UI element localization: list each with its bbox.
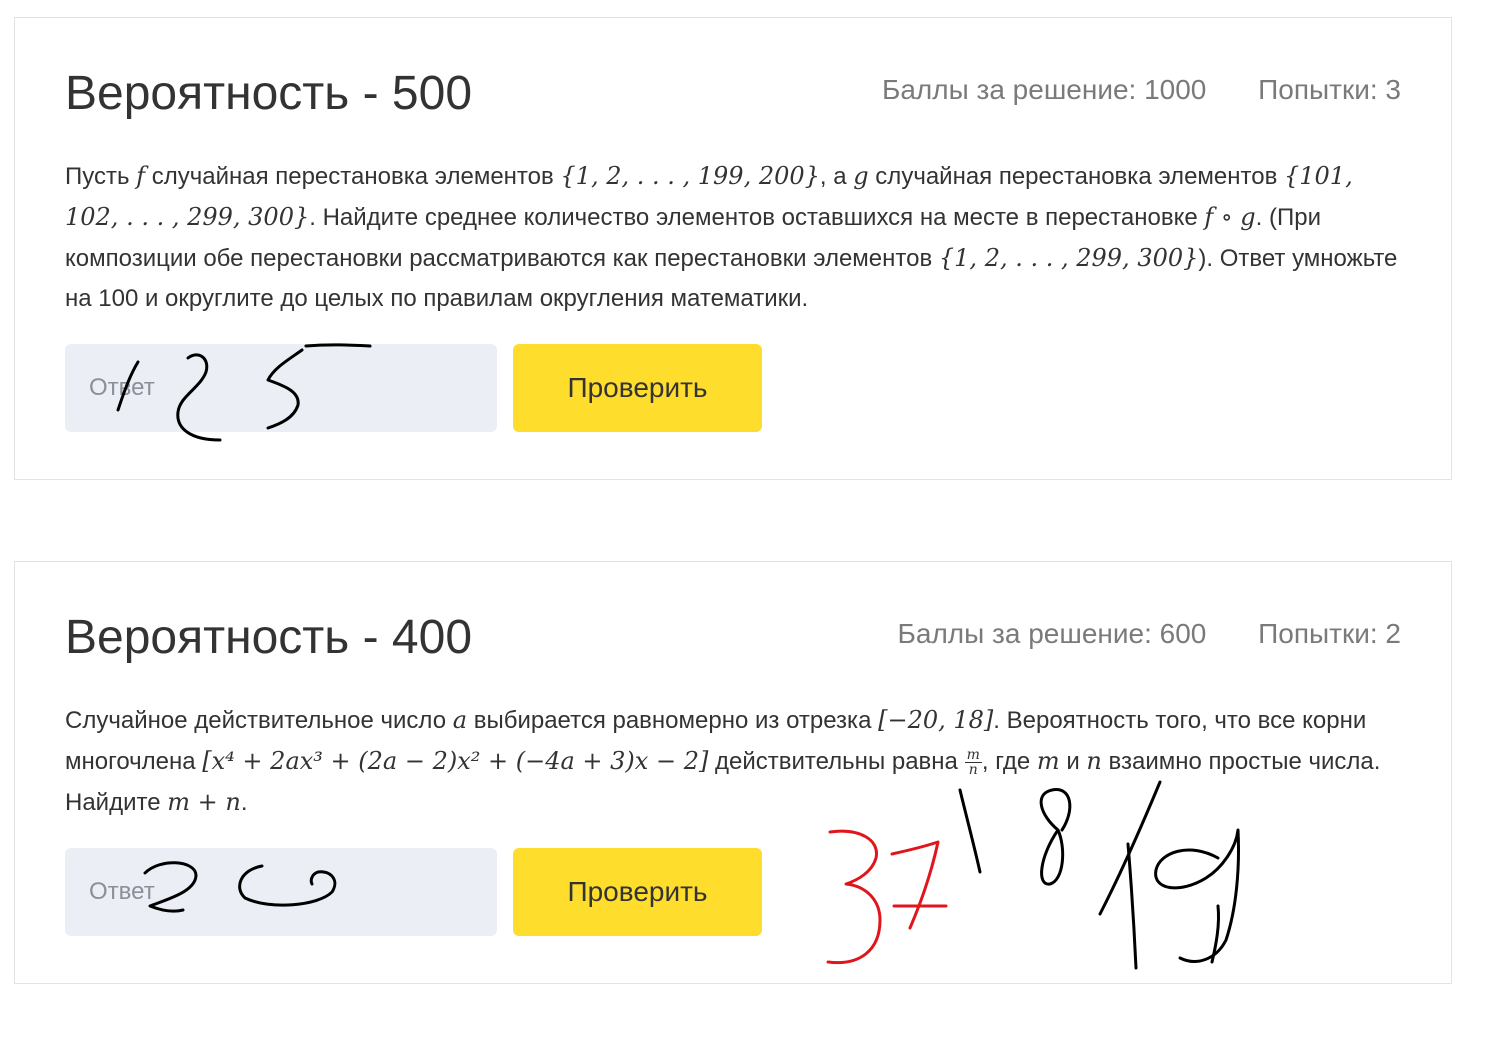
statement-text: Пусть <box>65 163 137 190</box>
points-label: Баллы за решение: 600 <box>897 618 1207 649</box>
math-expression: g <box>853 162 869 190</box>
math-expression: a <box>452 706 468 734</box>
math-expression: [−20, 18] <box>878 706 994 734</box>
math-expression: {1, 2, . . . , 299, 300} <box>938 244 1199 272</box>
statement-text: , где <box>981 748 1037 775</box>
fraction-numerator: m <box>964 747 982 764</box>
problem-statement: Пусть f случайная перестановка элементов… <box>65 156 1405 319</box>
statement-text: и <box>1059 748 1087 775</box>
problem-title: Вероятность - 500 <box>65 67 473 120</box>
problem-statement: Случайное действительное число a выбирае… <box>65 700 1405 823</box>
fraction-m-over-n: mn <box>964 747 982 779</box>
statement-text: , а <box>819 163 854 190</box>
math-expression: m <box>1036 747 1060 775</box>
problem-title: Вероятность - 400 <box>65 611 473 664</box>
math-expression: f ∘ g <box>1204 203 1256 231</box>
math-expression: m + n <box>167 788 241 816</box>
problem-meta: Баллы за решение: 1000 Попытки: 3 <box>882 76 1401 104</box>
problem-card-2: Вероятность - 400 Баллы за решение: 600 … <box>14 561 1452 984</box>
attempts-label: Попытки: 2 <box>1258 618 1401 649</box>
statement-text: . <box>240 789 248 816</box>
problem-card-1: Вероятность - 500 Баллы за решение: 1000… <box>14 17 1452 480</box>
check-button[interactable]: Проверить <box>513 344 762 432</box>
answer-input[interactable] <box>65 848 497 936</box>
answer-input[interactable] <box>65 344 497 432</box>
statement-text: выбирается равномерно из отрезка <box>467 707 879 734</box>
check-button[interactable]: Проверить <box>513 848 762 936</box>
math-expression: [x⁴ + 2ax³ + (2a − 2)x² + (−4a + 3)x − 2… <box>202 747 709 775</box>
problem-meta: Баллы за решение: 600 Попытки: 2 <box>898 620 1401 648</box>
points-label: Баллы за решение: 1000 <box>881 74 1207 105</box>
statement-text: . Найдите среднее количество элементов о… <box>309 204 1205 231</box>
statement-text: действительны равна <box>708 748 965 775</box>
math-expression: n <box>1086 747 1102 775</box>
statement-text: случайная перестановка элементов <box>145 163 561 190</box>
fraction-denominator: n <box>968 762 978 779</box>
math-expression: f <box>136 162 146 190</box>
attempts-label: Попытки: 3 <box>1258 74 1401 105</box>
math-expression: {1, 2, . . . , 199, 200} <box>560 162 820 190</box>
statement-text: Случайное действительное число <box>65 707 453 734</box>
statement-text: случайная перестановка элементов <box>868 163 1284 190</box>
